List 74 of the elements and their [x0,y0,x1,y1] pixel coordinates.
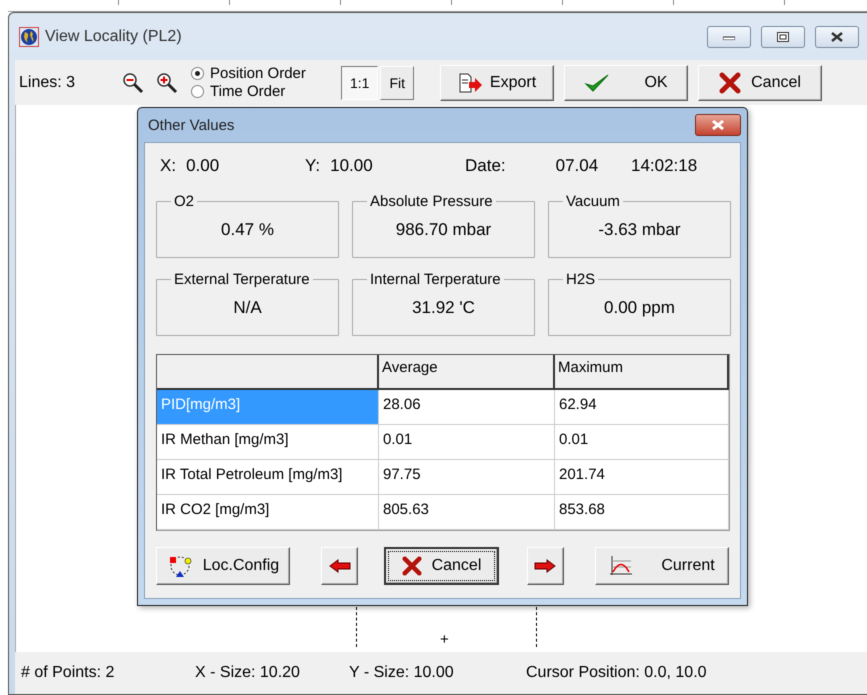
close-button[interactable] [815,26,859,48]
info-value: 10.00 [330,156,373,176]
loc-config-button[interactable]: Loc.Config [156,547,290,585]
globe-icon [19,26,39,46]
status-text: # of Points: 2 [21,664,116,682]
table-cell: 28.06 [379,390,555,425]
close-icon [711,119,725,131]
header-cell: Average [379,355,555,390]
group-label: Absolute Pressure [369,193,494,210]
table-cell: 853.68 [555,495,729,530]
group-label: Vacuum [565,193,621,210]
previous-button[interactable] [320,547,358,585]
table-cell: 62.94 [555,390,729,425]
table-cell: 97.75 [379,460,555,495]
next-button[interactable] [526,547,564,585]
info-value: 07.04 [556,156,598,176]
info-value: 0.00 [186,156,220,176]
left-arrow-icon [328,559,351,573]
current-button[interactable]: Current [595,547,729,585]
maximize-button[interactable] [761,26,805,48]
group-value: -3.63 mbar [598,220,681,240]
cancel-button[interactable]: Cancel [384,547,499,585]
cursor-marker: + [440,631,449,648]
group-value: 986.70 mbar [396,220,492,240]
dialog-title: Other Values [148,116,234,134]
info-time: 14:02:18 [631,156,698,176]
table-cell: 201.74 [555,460,729,495]
scale-button[interactable]: 1:1 [341,66,378,100]
scale-button[interactable]: Fit [380,66,414,100]
group-label: Internal Terperature [369,271,502,288]
info-label: X: [160,156,176,176]
zoom-out-icon [122,72,144,94]
close-icon [831,32,843,42]
right-arrow-icon [534,559,556,573]
status-text: Cursor Position: 0.0, 10.0 [526,664,708,682]
radio-button[interactable] [191,85,204,98]
lines-count: Lines: 3 [19,74,76,92]
row-name-cell[interactable]: IR CO2 [mg/m3] [157,495,379,530]
group-value: 0.00 ppm [604,298,675,318]
table-cell: 0.01 [555,425,729,460]
maximize-icon [777,32,789,42]
dashed-line [536,607,537,647]
radio-button[interactable] [191,67,204,80]
row-name-cell[interactable]: IR Total Petroleum [mg/m3] [157,460,379,495]
minimize-button[interactable] [707,26,751,48]
info-label: Date: [465,156,506,176]
close-button[interactable] [695,114,741,136]
group-value: 0.47 % [221,220,274,240]
radio-label: Position Order [210,64,306,82]
cross-icon [402,556,422,576]
group-label: External Terperature [173,271,311,288]
chart-icon [609,555,634,577]
group-value: N/A [233,298,262,318]
zoom-in-icon [156,72,178,94]
minimize-icon [723,34,735,40]
dashed-line [356,607,357,647]
status-text: Y - Size: 10.00 [349,664,455,682]
ok-button[interactable]: OK [564,64,688,100]
export-button[interactable]: Export [440,64,554,100]
radio-label: Time Order [210,82,286,100]
info-label: Y: [305,156,320,176]
table-cell: 805.63 [379,495,555,530]
group-value: 31.92 'C [412,298,475,318]
window-title: View Locality (PL2) [45,28,183,46]
group-label: O2 [173,193,196,210]
cross-icon [719,72,742,94]
row-name-cell[interactable]: IR Methan [mg/m3] [157,425,379,460]
header-cell: Maximum [555,355,729,390]
group-label: H2S [565,271,596,288]
cancel-button[interactable]: Cancel [698,64,822,100]
status-text: X - Size: 10.20 [195,664,301,682]
table-cell: 0.01 [379,425,555,460]
export-icon [458,72,484,94]
check-icon [584,72,610,94]
